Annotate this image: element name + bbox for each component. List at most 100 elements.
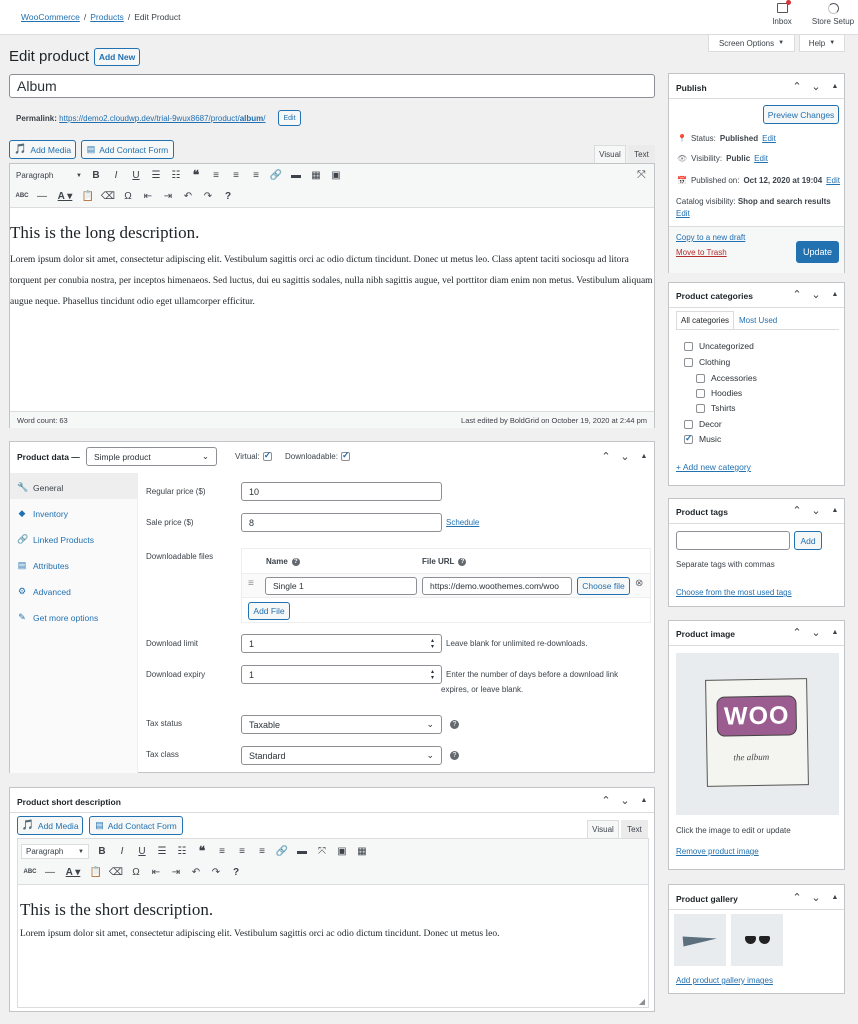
choose-most-used-tags-link[interactable]: Choose from the most used tags <box>676 588 792 597</box>
align-right-icon[interactable]: ≡ <box>246 166 266 184</box>
short-editor-heading[interactable]: This is the short description. <box>20 900 213 920</box>
spinner-icon[interactable]: ▴ ▾ <box>431 669 434 681</box>
numbered-list-icon[interactable]: ☷ <box>166 166 186 184</box>
undo-icon[interactable]: ↶ <box>186 863 206 881</box>
category-checkbox[interactable] <box>696 403 705 413</box>
bullet-list-icon[interactable]: ☰ <box>152 842 172 860</box>
align-right-icon[interactable]: ≡ <box>252 842 272 860</box>
strikethrough-icon[interactable]: ABC <box>12 187 32 205</box>
category-checkbox[interactable] <box>696 373 705 383</box>
status-edit-link[interactable]: Edit <box>762 134 776 143</box>
gallery-image-pennant[interactable] <box>674 914 726 966</box>
format-select[interactable]: Paragraph ▼ <box>16 168 82 183</box>
schedule-link[interactable]: Schedule <box>446 518 479 527</box>
product-type-select[interactable]: Simple product ⌄ <box>86 447 217 466</box>
inbox-button[interactable]: Inbox <box>764 0 800 26</box>
underline-icon[interactable]: U <box>132 842 152 860</box>
chevron-up-icon[interactable]: ⌃ <box>792 290 802 301</box>
tab-visual[interactable]: Visual <box>594 145 626 163</box>
remove-product-image-link[interactable]: Remove product image <box>676 847 759 856</box>
copy-to-draft-link[interactable]: Copy to a new draft <box>676 233 745 242</box>
caret-up-icon[interactable]: ▲ <box>830 893 840 903</box>
published-on-edit-link[interactable]: Edit <box>826 176 840 185</box>
sale-price-input[interactable]: 8 <box>241 513 442 532</box>
permalink-edit-button[interactable]: Edit <box>278 110 301 126</box>
file-url-input[interactable]: https://demo.woothemes.com/woo <box>422 577 572 595</box>
category-checkbox[interactable] <box>696 388 705 398</box>
tab-inventory[interactable]: ◆ Inventory <box>17 508 68 519</box>
add-file-button[interactable]: Add File <box>248 602 290 620</box>
special-char-icon[interactable]: Ω <box>126 863 146 881</box>
remove-file-icon[interactable]: ⊗ <box>635 578 643 589</box>
chevron-up-icon[interactable]: ⌃ <box>601 452 611 463</box>
chevron-down-icon[interactable]: ⌄ <box>811 628 821 639</box>
chevron-down-icon[interactable]: ⌄ <box>620 452 630 463</box>
tab-all-categories[interactable]: All categories <box>676 311 735 329</box>
tab-most-used[interactable]: Most Used <box>739 316 777 325</box>
outdent-icon[interactable]: ⇤ <box>146 863 166 881</box>
preview-changes-button[interactable]: Preview Changes <box>763 105 839 124</box>
add-new-category-link[interactable]: + Add new category <box>676 462 751 472</box>
chevron-up-icon[interactable]: ⌃ <box>792 82 802 93</box>
help-tip-icon[interactable]: ? <box>450 751 459 760</box>
help-icon[interactable]: ? <box>226 863 246 881</box>
category-item[interactable]: Music <box>684 433 721 444</box>
downloadable-checkbox[interactable] <box>340 450 350 461</box>
catalog-edit-link[interactable]: Edit <box>676 209 690 218</box>
indent-icon[interactable]: ⇥ <box>158 187 178 205</box>
bold-icon[interactable]: B <box>92 842 112 860</box>
editor-heading[interactable]: This is the long description. <box>10 223 199 243</box>
category-checkbox[interactable] <box>684 433 693 444</box>
tag-input[interactable] <box>676 531 790 550</box>
align-left-icon[interactable]: ≡ <box>206 166 226 184</box>
link-icon[interactable]: 🔗 <box>266 166 286 184</box>
drag-handle-icon[interactable]: ≡ <box>248 578 254 589</box>
editor-body[interactable]: Lorem ipsum dolor sit amet, consectetur … <box>10 250 654 313</box>
breadcrumb-woocommerce[interactable]: WooCommerce <box>21 12 80 22</box>
category-item[interactable]: Hoodies <box>696 388 742 398</box>
tab-text[interactable]: Text <box>628 145 655 163</box>
chevron-up-icon[interactable]: ⌃ <box>792 893 802 904</box>
add-contact-form-button[interactable]: ▤ Add Contact Form <box>81 140 174 159</box>
caret-up-icon[interactable]: ▲ <box>830 82 840 92</box>
breadcrumb-products[interactable]: Products <box>90 12 124 22</box>
chevron-up-icon[interactable]: ⌃ <box>601 796 611 807</box>
special-char-icon[interactable]: Ω <box>118 187 138 205</box>
category-item[interactable]: Accessories <box>696 373 757 383</box>
undo-icon[interactable]: ↶ <box>178 187 198 205</box>
clear-format-icon[interactable]: ⌫ <box>98 187 118 205</box>
read-more-icon[interactable]: ▬ <box>292 842 312 860</box>
add-tag-button[interactable]: Add <box>794 531 822 550</box>
caret-up-icon[interactable]: ▲ <box>830 290 840 300</box>
align-center-icon[interactable]: ≡ <box>232 842 252 860</box>
product-image-thumbnail[interactable]: WOO the album <box>676 653 839 815</box>
category-checkbox[interactable] <box>684 419 693 429</box>
help-tip-icon[interactable]: ? <box>291 557 300 566</box>
toolbar-toggle-icon[interactable]: ▣ <box>326 166 346 184</box>
add-gallery-images-link[interactable]: Add product gallery images <box>676 976 773 985</box>
tab-advanced[interactable]: ⚙ Advanced <box>17 586 71 597</box>
table-icon[interactable]: ▦ <box>306 166 326 184</box>
short-format-select[interactable]: Paragraph ▼ <box>21 844 89 859</box>
short-add-media-button[interactable]: 🎵 Add Media <box>17 816 83 835</box>
italic-icon[interactable]: I <box>106 166 126 184</box>
toolbar-toggle-icon[interactable]: ▣ <box>332 842 352 860</box>
short-tab-text[interactable]: Text <box>621 820 648 838</box>
chevron-down-icon[interactable]: ⌄ <box>620 796 630 807</box>
category-item[interactable]: Uncategorized <box>684 341 754 351</box>
clear-format-icon[interactable]: ⌫ <box>106 863 126 881</box>
short-editor-body[interactable]: Lorem ipsum dolor sit amet, consectetur … <box>20 929 645 939</box>
caret-up-icon[interactable]: ▲ <box>639 452 649 462</box>
short-add-contact-form-button[interactable]: ▤ Add Contact Form <box>89 816 183 835</box>
download-expiry-input[interactable]: 1 ▴ ▾ <box>241 665 442 684</box>
chevron-down-icon[interactable]: ⌄ <box>811 82 821 93</box>
blockquote-icon[interactable]: ❝ <box>192 842 212 860</box>
product-title-input[interactable]: Album <box>9 74 655 98</box>
indent-icon[interactable]: ⇥ <box>166 863 186 881</box>
underline-icon[interactable]: U <box>126 166 146 184</box>
add-new-button[interactable]: Add New <box>94 48 140 66</box>
category-item[interactable]: Decor <box>684 419 722 429</box>
caret-up-icon[interactable]: ▲ <box>639 796 649 806</box>
downloadable-option[interactable]: Downloadable: <box>285 450 350 461</box>
spinner-icon[interactable]: ▴ ▾ <box>431 638 434 650</box>
